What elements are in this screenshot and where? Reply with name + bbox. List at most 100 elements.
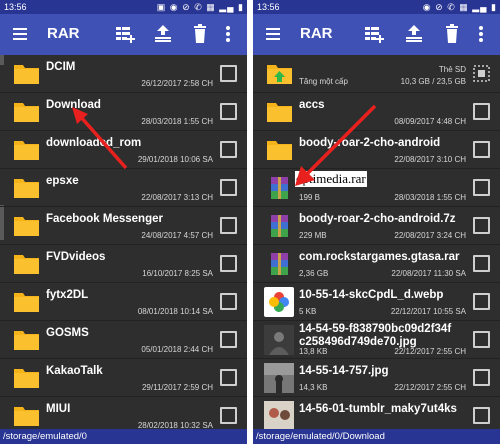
storage-title: Thẻ SD: [438, 65, 466, 74]
item-checkbox[interactable]: [473, 369, 490, 386]
item-date: 28/03/2018 1:55 CH: [394, 193, 466, 202]
item-name: 10-55-14-skcCpdL_d.webp: [299, 289, 444, 301]
list-item[interactable]: com.rockstargames.gtasa.rar 2,36 GB 22/0…: [253, 245, 500, 283]
app-title: RAR: [300, 25, 333, 42]
item-name: 14-56-01-tumblr_maky7ut4ks: [299, 403, 457, 415]
folder-icon: [14, 331, 39, 350]
app-bar: RAR: [0, 14, 247, 55]
item-checkbox[interactable]: [220, 369, 237, 386]
extract-icon[interactable]: [152, 23, 174, 45]
delete-icon[interactable]: [189, 23, 211, 45]
menu-icon[interactable]: [12, 26, 28, 42]
more-options-icon[interactable]: [476, 23, 486, 45]
list-item[interactable]: downloaded_rom 29/01/2018 10:06 SA: [0, 131, 247, 169]
menu-icon[interactable]: [265, 26, 281, 42]
list-item[interactable]: boody-roar-2-cho-android.7z 229 MB 22/08…: [253, 207, 500, 245]
add-to-archive-icon[interactable]: [114, 23, 136, 45]
list-item[interactable]: 14-56-01-tumblr_maky7ut4ks: [253, 397, 500, 429]
folder-icon: [14, 103, 39, 122]
folder-icon: [267, 103, 292, 122]
item-date: 22/08/2017 3:13 CH: [141, 193, 213, 202]
item-checkbox[interactable]: [220, 141, 237, 158]
parent-folder-row[interactable]: Tăng một cấp Thẻ SD 10,3 GB / 23,5 GB: [253, 55, 500, 93]
item-date: 22/08/2017 3:10 CH: [394, 155, 466, 164]
item-checkbox[interactable]: [473, 179, 490, 196]
folder-icon: [267, 141, 292, 160]
item-checkbox[interactable]: [220, 103, 237, 120]
item-checkbox[interactable]: [220, 407, 237, 424]
item-name: DCIM: [46, 61, 76, 73]
status-icons: ◉ ⊘ ✆ ▦ ▂▄ ▮: [422, 2, 497, 12]
item-name: fytx2DL: [46, 289, 89, 301]
item-name: GOSMS: [46, 327, 89, 339]
folder-icon: [14, 179, 39, 198]
item-checkbox[interactable]: [473, 255, 490, 272]
item-checkbox[interactable]: [220, 217, 237, 234]
list-item[interactable]: Download 28/03/2018 1:55 CH: [0, 93, 247, 131]
status-icons: ▣ ◉ ⊘ ✆ ▦ ▂▄ ▮: [156, 2, 244, 12]
list-item[interactable]: accs 08/09/2017 4:48 CH: [253, 93, 500, 131]
right-screen: 13:56 ◉ ⊘ ✆ ▦ ▂▄ ▮ RAR Tăng một cấp Thẻ …: [253, 0, 500, 444]
select-all-icon[interactable]: [473, 65, 490, 82]
file-list: Tăng một cấp Thẻ SD 10,3 GB / 23,5 GB ac…: [253, 55, 500, 429]
item-date: 08/01/2018 10:14 SA: [137, 307, 213, 316]
annotation-label: optimedia.rar: [295, 171, 367, 187]
item-checkbox[interactable]: [473, 293, 490, 310]
item-date: 22/12/2017 10:55 SA: [390, 307, 466, 316]
left-screen: 13:56 ▣ ◉ ⊘ ✆ ▦ ▂▄ ▮ RAR DCIM 26/12/2017…: [0, 0, 247, 444]
list-item[interactable]: fytx2DL 08/01/2018 10:14 SA: [0, 283, 247, 321]
image-thumbnail: [264, 325, 294, 355]
item-checkbox[interactable]: [220, 255, 237, 272]
list-item[interactable]: KakaoTalk 29/11/2017 2:59 CH: [0, 359, 247, 397]
list-item[interactable]: optimedia.rar 199 B 28/03/2018 1:55 CH: [253, 169, 500, 207]
image-thumbnail: [264, 363, 294, 393]
extract-icon[interactable]: [403, 23, 425, 45]
item-date: 16/10/2017 8:25 SA: [142, 269, 213, 278]
folder-icon: [14, 407, 39, 426]
item-checkbox[interactable]: [473, 141, 490, 158]
list-item[interactable]: DCIM 26/12/2017 2:58 CH: [0, 55, 247, 93]
file-list: DCIM 26/12/2017 2:58 CH Download 28/03/2…: [0, 55, 247, 429]
item-name: com.rockstargames.gtasa.rar: [299, 251, 460, 263]
list-item[interactable]: 14-55-14-757.jpg 14,3 KB 22/12/2017 2:55…: [253, 359, 500, 397]
rar-archive-icon: [271, 253, 288, 275]
item-checkbox[interactable]: [220, 179, 237, 196]
item-name: FVDvideos: [46, 251, 106, 263]
rar-archive-icon: [271, 177, 288, 199]
item-date: 26/12/2017 2:58 CH: [141, 79, 213, 88]
item-date: 24/08/2017 4:57 CH: [141, 231, 213, 240]
item-checkbox[interactable]: [220, 293, 237, 310]
list-item[interactable]: 10-55-14-skcCpdL_d.webp 5 KB 22/12/2017 …: [253, 283, 500, 321]
more-options-icon[interactable]: [223, 23, 233, 45]
item-checkbox[interactable]: [220, 65, 237, 82]
item-checkbox[interactable]: [473, 217, 490, 234]
item-checkbox[interactable]: [473, 103, 490, 120]
list-item[interactable]: boody-roar-2-cho-android 22/08/2017 3:10…: [253, 131, 500, 169]
folder-icon: [14, 141, 39, 160]
storage-size: 10,3 GB / 23,5 GB: [400, 77, 466, 86]
rar-archive-icon: [271, 215, 288, 237]
item-date: 29/11/2017 2:59 CH: [141, 383, 213, 392]
item-name: 14-54-59-f838790bc09d2f34f c258496d749de…: [299, 323, 452, 348]
path-bar: /storage/emulated/0: [0, 429, 247, 444]
list-item[interactable]: GOSMS 05/01/2018 2:44 CH: [0, 321, 247, 359]
item-size: 5 KB: [299, 307, 317, 316]
delete-icon[interactable]: [441, 23, 463, 45]
item-date: 22/12/2017 2:55 CH: [394, 347, 466, 356]
status-bar: 13:56 ◉ ⊘ ✆ ▦ ▂▄ ▮: [253, 0, 500, 14]
add-to-archive-icon[interactable]: [363, 23, 385, 45]
item-date: 05/01/2018 2:44 CH: [141, 345, 213, 354]
item-size: 229 MB: [299, 231, 327, 240]
list-item[interactable]: FVDvideos 16/10/2017 8:25 SA: [0, 245, 247, 283]
item-name: Facebook Messenger: [46, 213, 163, 225]
list-item[interactable]: MIUI 28/02/2018 10:32 SA: [0, 397, 247, 429]
list-item[interactable]: Facebook Messenger 24/08/2017 4:57 CH: [0, 207, 247, 245]
item-name: 14-55-14-757.jpg: [299, 365, 389, 377]
item-checkbox[interactable]: [473, 407, 490, 424]
item-checkbox[interactable]: [220, 331, 237, 348]
list-item[interactable]: epsxe 22/08/2017 3:13 CH: [0, 169, 247, 207]
list-item[interactable]: 14-54-59-f838790bc09d2f34f c258496d749de…: [253, 321, 500, 359]
item-name: accs: [299, 99, 325, 111]
item-checkbox[interactable]: [473, 331, 490, 348]
status-bar: 13:56 ▣ ◉ ⊘ ✆ ▦ ▂▄ ▮: [0, 0, 247, 14]
